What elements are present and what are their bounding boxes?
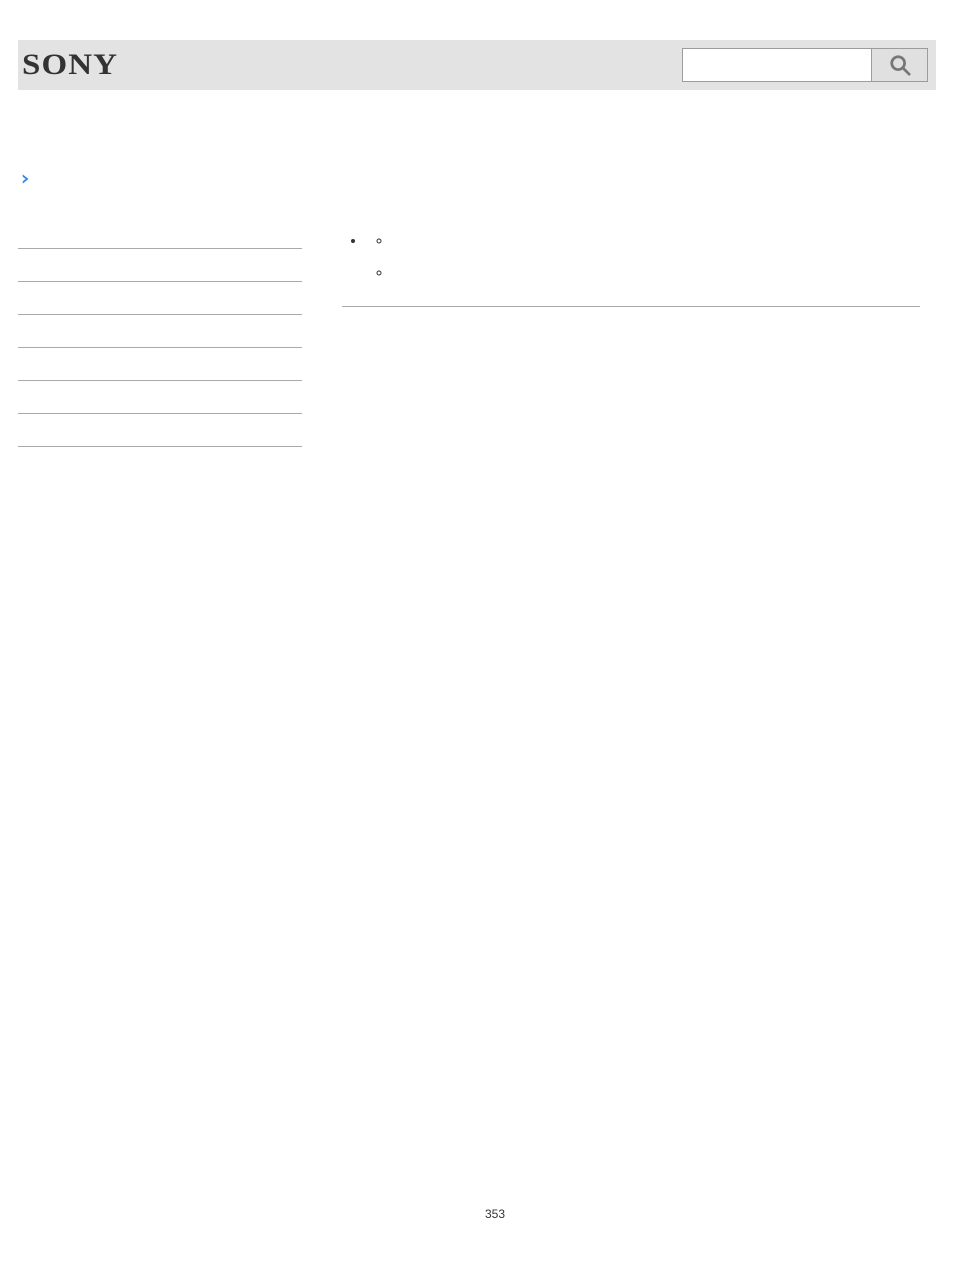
sublist-item <box>392 224 936 256</box>
sidebar-item[interactable] <box>18 414 302 447</box>
content-divider <box>342 306 920 307</box>
main-content <box>342 216 936 447</box>
search-input[interactable] <box>682 48 872 82</box>
sidebar-item[interactable] <box>18 216 302 249</box>
search-wrap <box>682 48 928 82</box>
content-sublist <box>392 224 936 288</box>
content-list <box>366 224 936 288</box>
list-item <box>366 224 936 288</box>
back-row <box>18 170 936 188</box>
sidebar-item[interactable] <box>18 348 302 381</box>
search-icon <box>889 54 911 76</box>
header-bar: SONY <box>18 40 936 90</box>
chevron-right-icon[interactable] <box>18 170 32 188</box>
columns <box>18 216 936 447</box>
sidebar-item[interactable] <box>18 381 302 414</box>
search-button[interactable] <box>872 48 928 82</box>
sidebar-item[interactable] <box>18 315 302 348</box>
brand-logo: SONY <box>22 48 118 82</box>
page-root: SONY <box>0 0 954 1261</box>
page-number: 353 <box>18 1207 954 1221</box>
sidebar <box>18 216 302 447</box>
sidebar-item[interactable] <box>18 282 302 315</box>
sidebar-item[interactable] <box>18 249 302 282</box>
sublist-item <box>392 256 936 288</box>
